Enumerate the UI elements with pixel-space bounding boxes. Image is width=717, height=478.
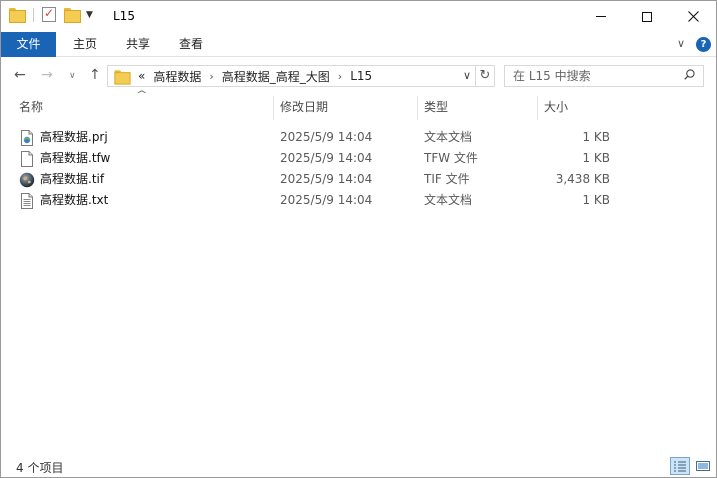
file-row[interactable]: 高程数据.prj 2025/5/9 14:04 文本文档 1 KB	[16, 127, 616, 148]
column-header-row: 名称 修改日期 类型 大小	[1, 96, 621, 120]
recent-locations-chevron-icon[interactable]: ∨	[69, 71, 76, 81]
column-header-size[interactable]: 大小	[537, 96, 617, 120]
properties-icon[interactable]	[42, 6, 56, 22]
tab-view[interactable]: 查看	[167, 32, 215, 57]
breadcrumb-chevron-icon[interactable]: ›	[338, 70, 342, 83]
explorer-window: ▼ L15 文件 主页 共享 查看 ∨ ? ← → ∨ ↑ « 高程数据 › 高…	[0, 0, 717, 478]
breadcrumb-item[interactable]: L15	[350, 69, 372, 83]
file-size: 3,438 KB	[555, 172, 610, 186]
maximize-icon	[642, 11, 652, 22]
file-type: TFW 文件	[424, 151, 478, 165]
file-size: 1 KB	[582, 151, 610, 165]
file-type: 文本文档	[424, 193, 473, 207]
new-folder-icon[interactable]	[64, 8, 81, 23]
file-name: 高程数据.txt	[40, 193, 109, 207]
minimize-button[interactable]	[578, 1, 624, 32]
window-title: L15	[113, 9, 135, 23]
blank-file-icon	[21, 151, 33, 167]
file-date: 2025/5/9 14:04	[280, 193, 373, 207]
file-size: 1 KB	[582, 193, 610, 207]
up-arrow-icon[interactable]: ↑	[89, 67, 101, 83]
file-name: 高程数据.tif	[40, 172, 105, 186]
navigation-bar: ← → ∨ ↑ « 高程数据 › 高程数据_高程_大图 › L15 ∨ ↻	[1, 58, 716, 93]
ribbon-tabs: 文件 主页 共享 查看 ∨ ?	[1, 32, 716, 57]
refresh-button[interactable]: ↻	[476, 65, 495, 87]
file-type: TIF 文件	[424, 172, 470, 186]
close-icon	[687, 11, 699, 22]
text-file-icon	[21, 193, 33, 209]
folder-icon	[9, 8, 26, 23]
search-box[interactable]	[504, 65, 704, 87]
tab-share[interactable]: 共享	[114, 32, 162, 57]
help-icon[interactable]: ?	[696, 37, 711, 52]
breadcrumb-chevron-icon[interactable]: ›	[209, 70, 213, 83]
item-count: 4 个项目	[16, 461, 64, 475]
close-button[interactable]	[670, 1, 716, 32]
back-arrow-icon[interactable]: ←	[14, 67, 26, 83]
column-header-date[interactable]: 修改日期	[273, 96, 417, 120]
forward-arrow-icon[interactable]: →	[41, 67, 53, 83]
breadcrumb-item[interactable]: 高程数据_高程_大图	[222, 68, 330, 85]
file-name: 高程数据.tfw	[40, 151, 111, 165]
large-icons-view-button[interactable]	[693, 457, 713, 475]
globe-file-icon	[19, 172, 35, 188]
file-date: 2025/5/9 14:04	[280, 172, 373, 186]
quick-access-toolbar: ▼	[9, 6, 93, 23]
search-input[interactable]	[513, 69, 673, 83]
expand-ribbon-icon[interactable]: ∨	[677, 37, 685, 50]
address-dropdown-icon[interactable]: ∨	[463, 69, 471, 82]
file-list: ^ 名称 修改日期 类型 大小 高程数据.prj 2025/5/9 14:04 …	[1, 90, 716, 453]
search-icon[interactable]	[684, 69, 695, 80]
column-header-name[interactable]: 名称	[13, 96, 273, 120]
file-type: 文本文档	[424, 130, 473, 144]
file-date: 2025/5/9 14:04	[280, 151, 373, 165]
folder-icon	[114, 69, 131, 85]
file-name: 高程数据.prj	[40, 130, 108, 144]
breadcrumb-overflow[interactable]: «	[138, 69, 145, 83]
tab-file[interactable]: 文件	[1, 32, 56, 57]
minimize-icon	[596, 16, 606, 17]
status-bar: 4 个项目	[1, 455, 716, 477]
maximize-button[interactable]	[624, 1, 670, 32]
file-date: 2025/5/9 14:04	[280, 130, 373, 144]
file-row[interactable]: 高程数据.tif 2025/5/9 14:04 TIF 文件 3,438 KB	[16, 169, 616, 190]
large-icons-view-icon	[696, 461, 710, 471]
title-bar: ▼ L15	[1, 1, 716, 32]
breadcrumb-item[interactable]: 高程数据	[153, 68, 201, 85]
details-view-button[interactable]	[670, 457, 690, 475]
tab-home[interactable]: 主页	[61, 32, 109, 57]
toolbar-divider	[33, 7, 34, 22]
prj-file-icon	[21, 130, 33, 146]
customize-toolbar-icon[interactable]: ▼	[86, 10, 93, 20]
address-bar[interactable]: « 高程数据 › 高程数据_高程_大图 › L15 ∨	[107, 65, 476, 87]
column-header-type[interactable]: 类型	[417, 96, 537, 120]
details-view-icon	[674, 461, 686, 472]
refresh-icon: ↻	[479, 68, 491, 83]
file-size: 1 KB	[582, 130, 610, 144]
file-row[interactable]: 高程数据.txt 2025/5/9 14:04 文本文档 1 KB	[16, 190, 616, 211]
file-row[interactable]: 高程数据.tfw 2025/5/9 14:04 TFW 文件 1 KB	[16, 148, 616, 169]
